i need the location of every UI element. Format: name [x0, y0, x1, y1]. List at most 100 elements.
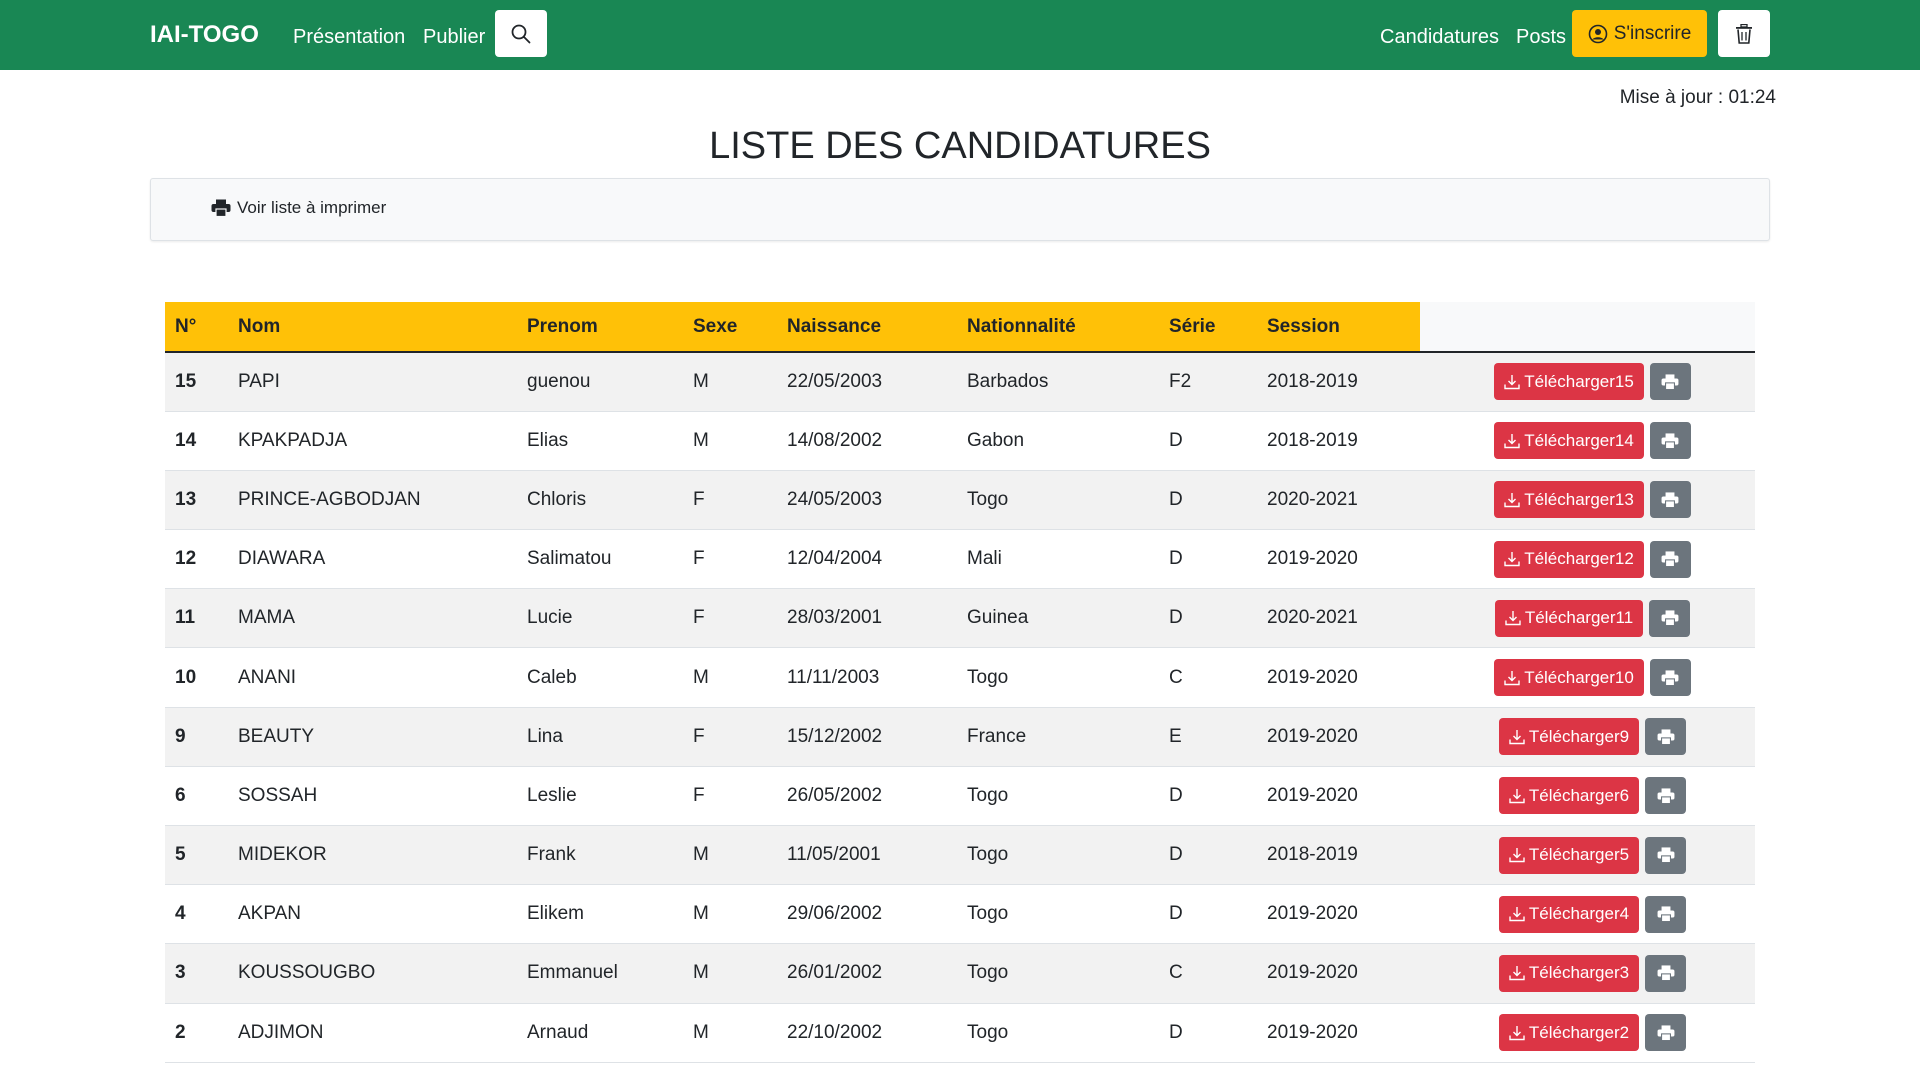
cell-nationnalite: Togo — [967, 962, 1009, 984]
header-numero: N° — [165, 302, 228, 353]
cell-naissance: 15/12/2002 — [787, 725, 883, 747]
nav-link-posts[interactable]: Posts — [1516, 24, 1566, 50]
printer-icon — [1661, 374, 1679, 390]
row-actions: Télécharger11 — [1430, 599, 1755, 637]
printer-icon — [1661, 551, 1679, 568]
download-button[interactable]: Télécharger2 — [1498, 1014, 1640, 1052]
cell-nom: MIDEKOR — [238, 844, 327, 866]
cell-session: 2019-2020 — [1267, 903, 1358, 925]
printer-icon — [1657, 965, 1675, 982]
cell-numero: 14 — [175, 429, 197, 451]
printer-icon — [1661, 433, 1679, 449]
print-row-button[interactable] — [1645, 895, 1687, 933]
nav-link-presentation[interactable]: Présentation — [293, 24, 405, 50]
print-row-button[interactable] — [1649, 599, 1691, 637]
cell-nationnalite: Mali — [967, 548, 1002, 570]
cell-nom: ADJIMON — [238, 1021, 324, 1043]
table-row: 5 MIDEKOR Frank M 11/05/2001 Togo D 2018-2019 Té… — [165, 825, 1755, 885]
print-row-button[interactable] — [1645, 836, 1687, 874]
cell-naissance: 22/05/2003 — [787, 370, 883, 392]
table-row: 12 DIAWARA Salimatou F 12/04/2004 Mali D 2019-2… — [165, 529, 1755, 589]
row-actions: Télécharger5 — [1430, 836, 1755, 874]
print-row-button[interactable] — [1645, 718, 1687, 756]
row-actions: Télécharger3 — [1430, 954, 1755, 992]
download-icon — [1504, 433, 1520, 448]
cell-actions: Télécharger14 — [1420, 411, 1755, 470]
cell-sexe: M — [693, 429, 709, 451]
download-label: Télécharger15 — [1524, 371, 1634, 391]
cell-session: 2018-2019 — [1267, 844, 1358, 866]
cell-sexe: F — [693, 784, 705, 806]
cell-naissance: 12/04/2004 — [787, 548, 883, 570]
table-row: 9 BEAUTY Lina F 15/12/2002 France E 2019-2020 Té… — [165, 707, 1755, 767]
cell-actions: Télécharger12 — [1420, 530, 1755, 589]
print-row-button[interactable] — [1645, 1014, 1687, 1052]
cell-numero: 6 — [175, 784, 186, 806]
cell-prenom: Elikem — [527, 903, 585, 925]
download-label: Télécharger12 — [1524, 549, 1634, 569]
print-row-button[interactable] — [1649, 422, 1691, 460]
row-actions: Télécharger4 — [1430, 895, 1755, 933]
header-prenom: Prenom — [517, 302, 683, 353]
download-label: Télécharger10 — [1524, 667, 1634, 687]
cell-actions: Télécharger2 — [1420, 1003, 1755, 1062]
download-button[interactable]: Télécharger3 — [1498, 954, 1640, 992]
update-time: Mise à jour : 01:24 — [1619, 87, 1776, 108]
cell-naissance: 11/11/2003 — [787, 666, 880, 688]
cell-session: 2019-2020 — [1267, 548, 1358, 570]
download-button[interactable]: Télécharger12 — [1494, 540, 1644, 578]
download-button[interactable]: Télécharger9 — [1498, 718, 1640, 756]
printer-icon — [1661, 669, 1679, 686]
print-row-button[interactable] — [1645, 777, 1687, 815]
download-button[interactable]: Télécharger13 — [1494, 481, 1644, 519]
cell-prenom: Arnaud — [527, 1021, 589, 1043]
cell-nationnalite: Gabon — [967, 429, 1025, 451]
cell-serie: F2 — [1169, 370, 1192, 392]
download-button[interactable]: Télécharger5 — [1498, 836, 1640, 874]
signup-button[interactable]: S'inscrire — [1572, 10, 1707, 57]
print-list-button[interactable]: Voir liste à imprimer — [205, 194, 392, 222]
print-row-button[interactable] — [1649, 659, 1691, 697]
cell-actions: Télécharger11 — [1420, 589, 1755, 648]
candidatures-table: N° Nom Prenom Sexe Naissance Nationnalit… — [165, 302, 1755, 1063]
nav-link-publier[interactable]: Publier — [423, 24, 485, 50]
cell-prenom: Leslie — [527, 784, 577, 806]
brand-logo[interactable]: IAI-TOGO — [150, 20, 259, 50]
cell-nom: PRINCE-AGBODJAN — [238, 488, 421, 510]
cell-nom: KPAKPADJA — [238, 429, 348, 451]
cell-actions: Télécharger15 — [1420, 352, 1755, 411]
download-label: Télécharger6 — [1528, 785, 1630, 805]
printer-icon — [211, 199, 231, 217]
cell-naissance: 26/05/2002 — [787, 784, 883, 806]
download-button[interactable]: Télécharger10 — [1494, 659, 1644, 697]
download-button[interactable]: Télécharger4 — [1498, 895, 1640, 933]
printer-icon — [1657, 1025, 1675, 1041]
cell-nom: AKPAN — [238, 903, 302, 925]
print-row-button[interactable] — [1645, 954, 1687, 992]
cell-sexe: F — [693, 607, 705, 629]
cell-nationnalite: Togo — [967, 903, 1009, 925]
cell-numero: 3 — [175, 962, 186, 984]
print-row-button[interactable] — [1649, 363, 1691, 401]
nav-link-candidatures[interactable]: Candidatures — [1380, 24, 1499, 50]
cell-session: 2020-2021 — [1267, 607, 1358, 629]
download-button[interactable]: Télécharger11 — [1494, 599, 1644, 637]
print-row-button[interactable] — [1649, 540, 1691, 578]
print-row-button[interactable] — [1649, 481, 1691, 519]
download-icon — [1509, 1025, 1525, 1040]
candidatures-table-container: N° Nom Prenom Sexe Naissance Nationnalit… — [165, 302, 1755, 1063]
header-nom: Nom — [228, 302, 517, 353]
download-label: Télécharger2 — [1528, 1022, 1630, 1042]
trash-button[interactable] — [1718, 10, 1770, 57]
signup-label: S'inscrire — [1613, 22, 1692, 44]
download-button[interactable]: Télécharger15 — [1494, 363, 1644, 401]
download-button[interactable]: Télécharger14 — [1494, 422, 1644, 460]
cell-actions: Télécharger6 — [1420, 766, 1755, 825]
cell-sexe: F — [693, 725, 705, 747]
cell-session: 2019-2020 — [1267, 725, 1358, 747]
download-button[interactable]: Télécharger6 — [1498, 777, 1640, 815]
cell-naissance: 11/05/2001 — [787, 844, 881, 866]
printer-icon — [1661, 610, 1679, 627]
search-button[interactable] — [495, 10, 547, 57]
cell-serie: D — [1169, 784, 1183, 806]
